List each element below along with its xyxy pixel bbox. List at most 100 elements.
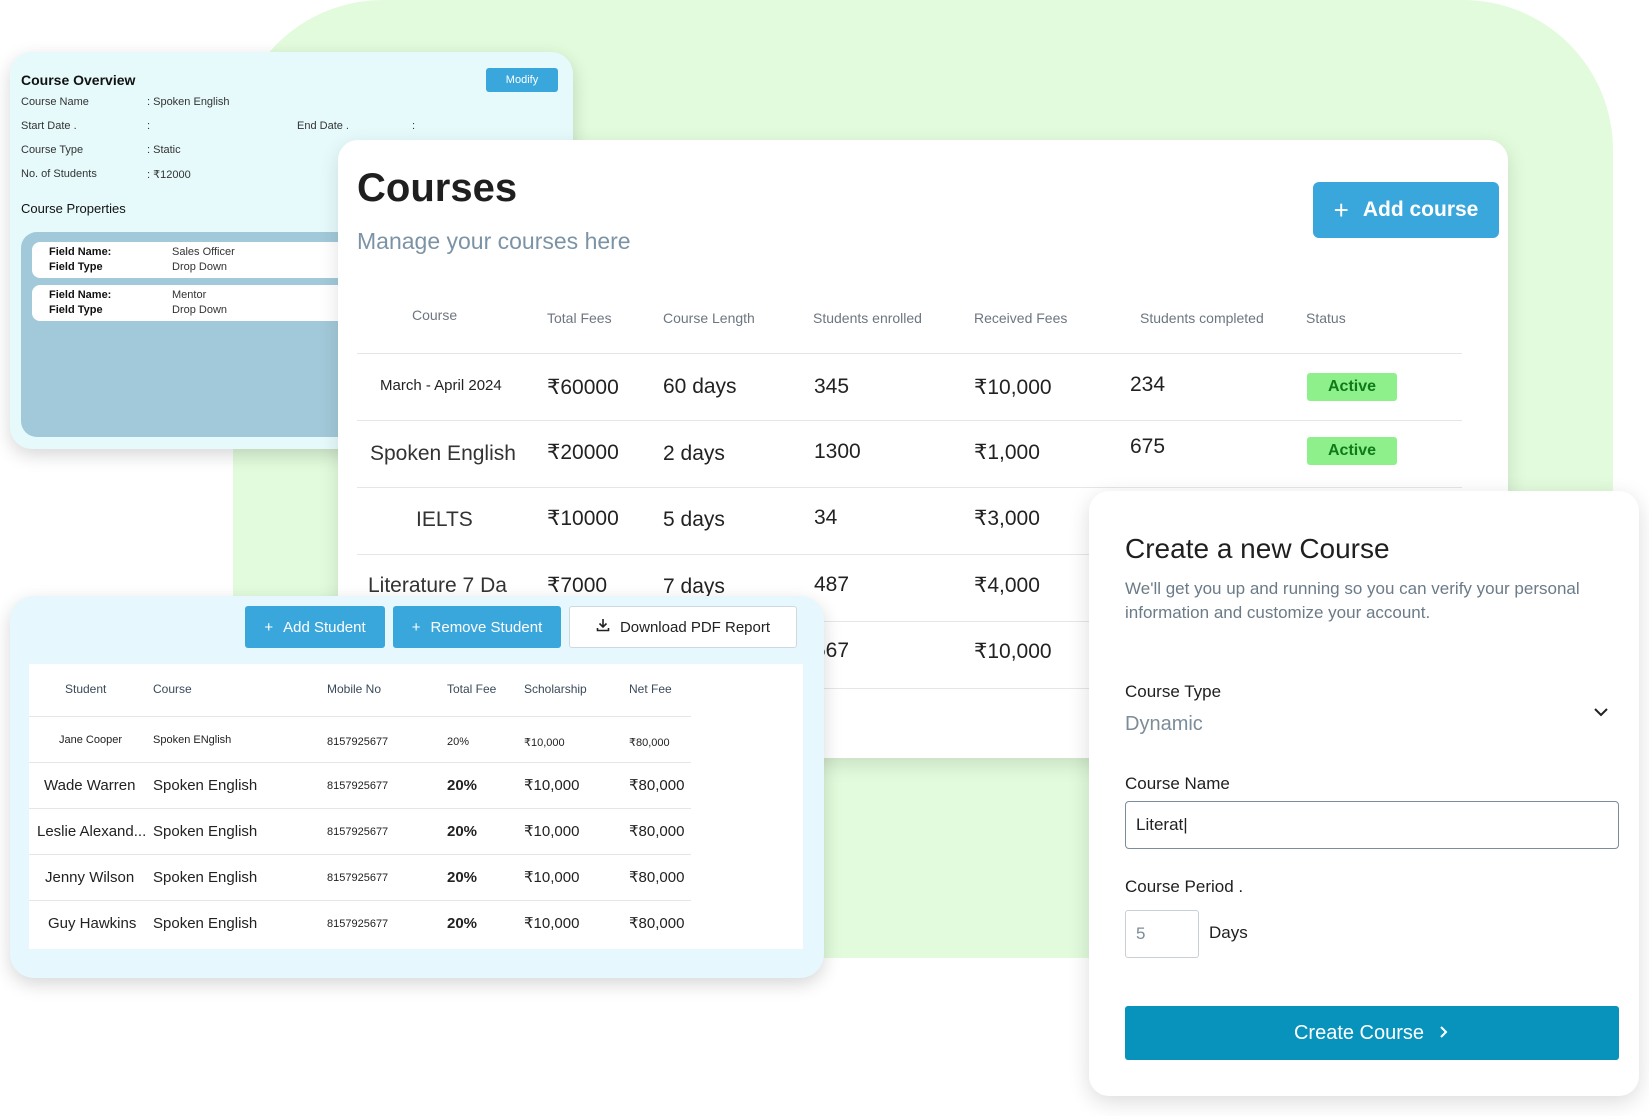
chevron-right-icon xyxy=(1438,1022,1450,1045)
cell-scholarship: ₹10,000 xyxy=(524,823,580,840)
column-header-total-fee: Total Fee xyxy=(447,682,497,696)
page-title: Courses xyxy=(357,166,518,210)
add-student-button[interactable]: + Add Student xyxy=(245,606,385,648)
table-row[interactable]: Jenny Wilson Spoken English 8157925677 2… xyxy=(29,854,691,901)
overview-label-end-date: End Date . xyxy=(297,120,349,132)
column-header-course: Course xyxy=(153,682,192,696)
overview-title: Course Overview xyxy=(21,72,136,88)
table-row[interactable]: Jane Cooper Spoken ENglish 8157925677 20… xyxy=(29,716,691,763)
course-period-label: Course Period . xyxy=(1125,877,1244,896)
cell-scholarship: ₹10,000 xyxy=(524,777,580,794)
property-name-value: Sales Officer xyxy=(172,246,235,258)
cell-total-fee: 20% xyxy=(447,915,478,932)
create-course-button[interactable]: Create Course xyxy=(1125,1006,1619,1060)
table-row[interactable]: Guy Hawkins Spoken English 8157925677 20… xyxy=(29,900,691,947)
cell-course-length: 2 days xyxy=(663,442,725,465)
overview-value-start-date: : xyxy=(147,120,151,132)
cell-total-fees: ₹7000 xyxy=(547,574,608,597)
cell-received-fees: ₹4,000 xyxy=(974,574,1040,597)
column-header-course: Course xyxy=(412,307,458,323)
column-header-mobile: Mobile No xyxy=(327,682,382,696)
cell-total-fee: 20% xyxy=(447,869,478,886)
property-name-key: Field Name: xyxy=(49,246,112,258)
property-name-value: Mentor xyxy=(172,289,207,301)
cell-net-fee: ₹80,000 xyxy=(629,869,685,886)
cell-total-fee: 20% xyxy=(447,736,470,748)
table-row[interactable]: March - April 2024 ₹60000 60 days 345 ₹1… xyxy=(357,353,1462,421)
property-type-value: Drop Down xyxy=(172,304,228,316)
download-pdf-button[interactable]: Download PDF Report xyxy=(569,606,797,648)
cell-students-completed: 234 xyxy=(1130,373,1166,396)
status-badge: Active xyxy=(1307,437,1397,465)
cell-course: Spoken English xyxy=(370,442,516,465)
cell-net-fee: ₹80,000 xyxy=(629,777,685,794)
plus-icon: + xyxy=(264,618,274,636)
remove-student-label: Remove Student xyxy=(430,618,543,636)
cell-course: Spoken ENglish xyxy=(153,734,232,746)
cell-course: Spoken English xyxy=(153,777,258,794)
cell-course-length: 60 days xyxy=(663,375,737,398)
cell-course: Spoken English xyxy=(153,869,258,886)
cell-course: March - April 2024 xyxy=(380,377,502,394)
cell-course: Spoken English xyxy=(153,823,258,840)
cell-mobile: 8157925677 xyxy=(327,918,389,930)
create-course-label: Create Course xyxy=(1293,1021,1425,1044)
course-properties-title: Course Properties xyxy=(21,201,126,216)
cell-students-enrolled: 34 xyxy=(814,506,838,529)
cell-scholarship: ₹10,000 xyxy=(524,737,565,749)
cell-course: Spoken English xyxy=(153,915,258,932)
cell-student: Guy Hawkins xyxy=(48,915,137,932)
property-name-key: Field Name: xyxy=(49,289,112,301)
create-course-card: Create a new Course We'll get you up and… xyxy=(1089,491,1639,1096)
cell-received-fees: ₹1,000 xyxy=(974,441,1040,464)
column-header-received-fees: Received Fees xyxy=(974,310,1068,326)
course-type-label: Course Type xyxy=(1125,682,1222,701)
course-type-select[interactable]: Dynamic xyxy=(1125,713,1203,736)
cell-students-enrolled: 345 xyxy=(814,375,850,398)
cell-mobile: 8157925677 xyxy=(327,736,389,748)
download-label: Download PDF Report xyxy=(619,618,771,636)
course-name-label: Course Name xyxy=(1125,774,1230,793)
overview-value-course-name: : Spoken English xyxy=(147,96,230,108)
table-row[interactable]: Spoken English ₹20000 2 days 1300 ₹1,000… xyxy=(357,420,1462,488)
cell-net-fee: ₹80,000 xyxy=(629,823,685,840)
course-period-input[interactable]: 5 xyxy=(1125,910,1199,958)
cell-students-enrolled: 1300 xyxy=(814,440,861,463)
cell-net-fee: ₹80,000 xyxy=(629,737,670,749)
create-course-title: Create a new Course xyxy=(1125,533,1390,564)
table-row[interactable]: Wade Warren Spoken English 8157925677 20… xyxy=(29,762,691,809)
add-student-label: Add Student xyxy=(283,618,366,636)
table-row[interactable]: Leslie Alexand... Spoken English 8157925… xyxy=(29,808,691,855)
cell-student: Jane Cooper xyxy=(59,734,122,746)
cell-total-fees: ₹20000 xyxy=(547,441,619,464)
cell-course: Literature 7 Da xyxy=(368,574,507,597)
cell-student: Wade Warren xyxy=(44,777,136,794)
chevron-down-icon[interactable] xyxy=(1592,703,1610,721)
course-name-input[interactable]: Literat| xyxy=(1125,801,1619,849)
add-course-button[interactable]: + Add course xyxy=(1313,182,1499,238)
cell-mobile: 8157925677 xyxy=(327,872,389,884)
cell-total-fee: 20% xyxy=(447,777,478,794)
cell-net-fee: ₹80,000 xyxy=(629,915,685,932)
column-header-students-enrolled: Students enrolled xyxy=(813,310,922,326)
cell-received-fees: ₹10,000 xyxy=(974,640,1052,663)
column-header-scholarship: Scholarship xyxy=(524,682,587,696)
column-header-net-fee: Net Fee xyxy=(629,682,672,696)
cell-scholarship: ₹10,000 xyxy=(524,869,580,886)
students-table: Student Course Mobile No Total Fee Schol… xyxy=(29,664,803,949)
property-type-key: Field Type xyxy=(49,261,103,273)
plus-icon: + xyxy=(1333,194,1349,225)
column-header-student: Student xyxy=(65,682,107,696)
page-subtitle: Manage your courses here xyxy=(357,228,631,254)
remove-student-button[interactable]: + Remove Student xyxy=(393,606,561,648)
modify-button[interactable]: Modify xyxy=(486,68,558,92)
cell-received-fees: ₹10,000 xyxy=(974,376,1052,399)
overview-value-students: : ₹12000 xyxy=(147,169,191,181)
create-course-description: We'll get you up and running so you can … xyxy=(1125,579,1580,622)
add-course-label: Add course xyxy=(1362,198,1479,221)
column-header-course-length: Course Length xyxy=(663,310,755,326)
cell-student: Leslie Alexand... xyxy=(37,823,147,840)
cell-mobile: 8157925677 xyxy=(327,780,389,792)
days-label: Days xyxy=(1209,923,1248,942)
cell-mobile: 8157925677 xyxy=(327,826,389,838)
